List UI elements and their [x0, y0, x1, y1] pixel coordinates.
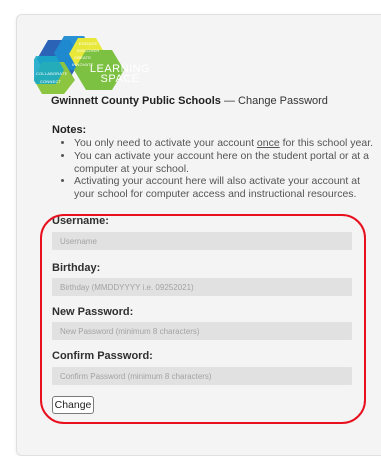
logo-word-engage: ENGAGE: [79, 41, 98, 46]
note-text: for this school year.: [279, 137, 374, 149]
logo-word-discover: DISCOVER: [77, 48, 100, 53]
logo-word-connect: CONNECT: [40, 79, 62, 84]
note-text: You only need to activate your account: [74, 137, 257, 149]
red-highlight-outline: [40, 214, 366, 424]
note-item: You only need to activate your account o…: [74, 137, 379, 150]
note-item: Activating your account here will also a…: [74, 175, 379, 201]
page-header: Gwinnett County Public Schools — Change …: [51, 95, 328, 107]
org-name: Gwinnett County Public Schools: [51, 95, 221, 107]
page-title: Change Password: [238, 95, 328, 107]
logo-text: LEARNING SPACE: [89, 63, 151, 85]
logo-word-collaborate: COLLABORATE: [36, 71, 68, 76]
notes-list: You only need to activate your account o…: [60, 137, 379, 201]
logo-word-create: CREATE: [74, 55, 92, 60]
note-emphasis: once: [256, 137, 280, 149]
notes-title: Notes:: [52, 124, 87, 136]
note-item: You can activate your account here on th…: [74, 150, 379, 176]
header-separator: —: [223, 95, 235, 107]
